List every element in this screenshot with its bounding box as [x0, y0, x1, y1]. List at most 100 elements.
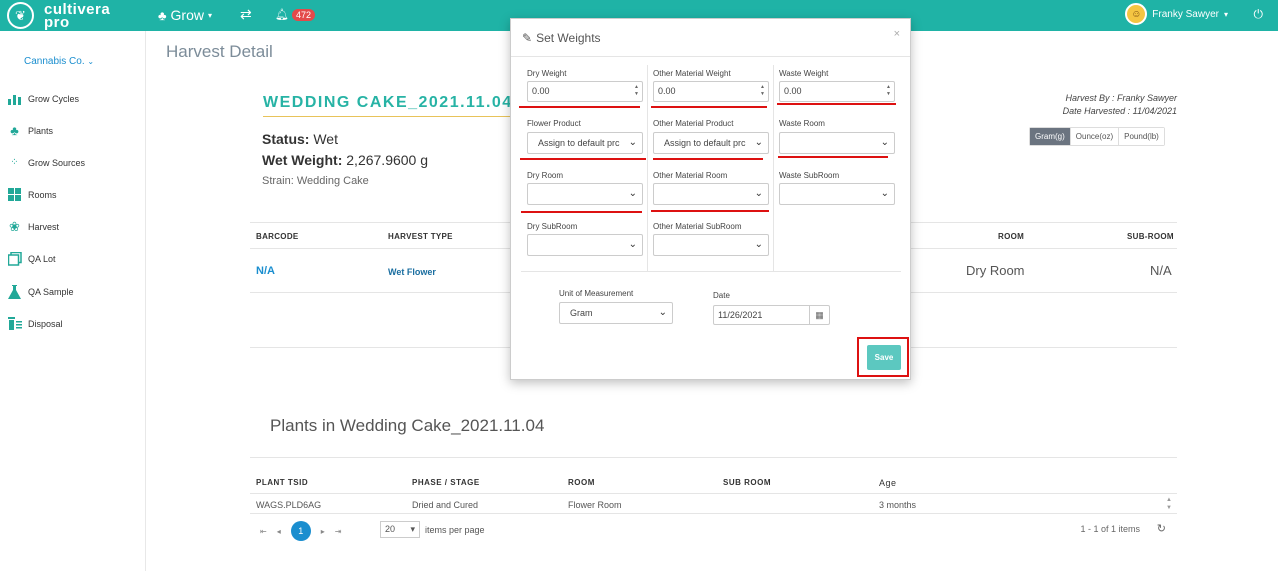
calendar-icon[interactable]: ▦ — [809, 306, 829, 324]
grow-menu-label: Grow — [170, 7, 204, 23]
trash-icon — [7, 316, 22, 331]
flask-icon — [7, 284, 22, 299]
dry-room-label: Dry Room — [527, 171, 564, 180]
page-number[interactable]: 1 — [290, 521, 311, 541]
unit-ounce-button[interactable]: Ounce(oz) — [1070, 128, 1120, 145]
prev-page-icon[interactable]: ◂ — [277, 527, 281, 536]
sidebar-item-disposal[interactable]: Disposal — [7, 316, 63, 331]
flower-product-select[interactable]: Assign to default prc ⌄ — [527, 132, 643, 154]
divider — [647, 65, 648, 271]
dry-room-select[interactable]: ⌄ — [527, 183, 643, 205]
company-selector[interactable]: Cannabis Co. ⌄ — [24, 56, 94, 67]
barcode-link[interactable]: N/A — [256, 265, 275, 277]
col-sub-room[interactable]: SUB ROOM — [723, 478, 771, 487]
date-harvested: Date Harvested : 11/04/2021 — [1062, 106, 1177, 116]
sidebar: Cannabis Co. ⌄ — [0, 31, 146, 571]
items-count: 1 - 1 of 1 items — [1080, 524, 1140, 534]
sidebar-item-plants[interactable]: ♣ Plants — [7, 123, 53, 138]
highlight-underline — [519, 106, 640, 108]
wet-weight: Wet Weight: 2,267.9600 g — [262, 152, 429, 168]
sidebar-item-qa-lot[interactable]: QA Lot — [7, 251, 56, 266]
last-page-icon[interactable]: ⇥ — [335, 527, 342, 536]
stepper-icon[interactable]: ▲ ▼ — [886, 84, 891, 98]
chevron-down-icon: ⌄ — [880, 137, 889, 148]
uom-label: Unit of Measurement — [559, 289, 634, 298]
chevron-down-icon: ⌄ — [658, 307, 667, 318]
tree-icon: ♣ — [10, 123, 19, 138]
plant-room: Flower Room — [568, 500, 622, 510]
next-page-icon[interactable]: ▸ — [321, 527, 325, 536]
col-age[interactable]: Age — [879, 478, 897, 488]
room-value: Dry Room — [966, 263, 1025, 278]
notifications[interactable]: 🔔︎ 472 — [275, 8, 315, 21]
col-plant-tsid[interactable]: PLANT TSID — [256, 478, 308, 487]
grow-menu[interactable]: ♣ Grow ▾ — [158, 7, 212, 23]
other-weight-input[interactable]: 0.00 ▲ ▼ — [653, 81, 769, 102]
logo[interactable]: ❦ cultivera pro — [7, 2, 110, 30]
save-button[interactable]: Save — [867, 345, 901, 370]
chevron-down-icon: ⌄ — [754, 188, 763, 199]
waste-weight-label: Waste Weight — [779, 69, 829, 78]
sidebar-item-grow-sources[interactable]: ⁘ Grow Sources — [7, 155, 85, 170]
other-room-select[interactable]: ⌄ — [653, 183, 769, 205]
unit-gram-button[interactable]: Gram(g) — [1030, 128, 1071, 145]
col-sub-room[interactable]: SUB-ROOM — [1127, 232, 1174, 241]
col-harvest-type[interactable]: HARVEST TYPE — [388, 232, 453, 241]
highlight-underline — [778, 156, 888, 158]
date-input[interactable]: 11/26/2021 ▦ — [713, 305, 830, 325]
waste-room-label: Waste Room — [779, 119, 825, 128]
modal-title: ✎ Set Weights — [522, 31, 601, 45]
first-page-icon[interactable]: ⇤ — [260, 527, 267, 536]
waste-room-select[interactable]: ⌄ — [779, 132, 895, 154]
col-phase-stage[interactable]: PHASE / STAGE — [412, 478, 480, 487]
other-product-select[interactable]: Assign to default prc ⌄ — [653, 132, 769, 154]
set-weights-modal: ✎ Set Weights × Dry Weight 0.00 ▲ ▼ Other… — [510, 18, 911, 380]
col-room[interactable]: ROOM — [998, 232, 1024, 241]
other-product-label: Other Material Product — [653, 119, 734, 128]
caret-down-icon: ▾ — [207, 10, 212, 20]
refresh-icon[interactable]: ↻ — [1157, 522, 1166, 535]
caret-down-icon: ▾ — [410, 524, 415, 534]
unit-pound-button[interactable]: Pound(lb) — [1119, 128, 1164, 145]
sidebar-item-grow-cycles[interactable]: Grow Cycles — [7, 91, 79, 106]
col-room[interactable]: ROOM — [568, 478, 595, 487]
sidebar-item-rooms[interactable]: Rooms — [7, 187, 57, 202]
per-page-select[interactable]: 20 ▾ — [380, 521, 420, 538]
waste-weight-input[interactable]: 0.00 ▲ ▼ — [779, 81, 895, 102]
other-subroom-select[interactable]: ⌄ — [653, 234, 769, 256]
menu-toggle-icon[interactable]: ⇄ — [240, 6, 252, 23]
divider — [250, 493, 1177, 494]
divider — [773, 65, 774, 271]
leaf-icon: ❦ — [7, 2, 34, 29]
divider — [521, 271, 901, 272]
pager: ⇤ ◂ 1 ▸ ⇥ — [260, 521, 341, 541]
chevron-down-icon: ⌄ — [754, 137, 763, 148]
sidebar-item-harvest[interactable]: ❀ Harvest — [7, 219, 59, 234]
divider — [250, 457, 1177, 458]
harvest-name: WEDDING CAKE_2021.11.04 — [263, 94, 513, 111]
notification-badge: 472 — [291, 8, 315, 21]
chevron-down-icon: ⌄ — [628, 137, 637, 148]
strain: Strain: Wedding Cake — [262, 175, 369, 187]
stepper-icon[interactable]: ▲ ▼ — [760, 84, 765, 98]
waste-subroom-select[interactable]: ⌄ — [779, 183, 895, 205]
pencil-icon: ✎ — [522, 31, 533, 45]
col-barcode[interactable]: BARCODE — [256, 232, 299, 241]
sidebar-item-qa-sample[interactable]: QA Sample — [7, 284, 74, 299]
dry-subroom-select[interactable]: ⌄ — [527, 234, 643, 256]
stepper-icon[interactable]: ▲ ▼ — [634, 84, 639, 98]
close-icon[interactable]: × — [894, 28, 900, 40]
plants-title: Plants in Wedding Cake_2021.11.04 — [270, 416, 545, 435]
dry-weight-input[interactable]: 0.00 ▲ ▼ — [527, 81, 643, 102]
divider — [511, 56, 910, 57]
grid-icon — [7, 187, 22, 202]
bell-icon: 🔔︎ — [275, 9, 289, 21]
per-page: 20 ▾ items per page — [380, 521, 485, 538]
bar-chart-icon — [7, 91, 22, 106]
scroll-arrows[interactable]: ▲ ▼ — [1166, 496, 1172, 512]
caret-down-icon: ▾ — [1223, 9, 1228, 19]
power-icon[interactable]: ⏻ — [1254, 7, 1264, 22]
user-menu[interactable]: ☺ Franky Sawyer ▾ — [1125, 3, 1228, 25]
harvest-type-link[interactable]: Wet Flower — [388, 267, 436, 277]
uom-select[interactable]: Gram ⌄ — [559, 302, 673, 324]
